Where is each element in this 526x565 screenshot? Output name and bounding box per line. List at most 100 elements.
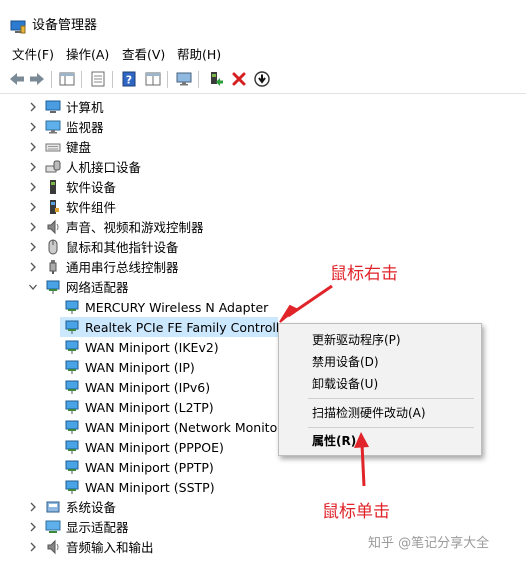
tree-label: Realtek PCIe FE Family Controller	[85, 320, 293, 335]
tree-category-hid[interactable]: 人机接口设备	[0, 157, 526, 177]
tree-label: WAN Miniport (IKEv2)	[85, 340, 219, 355]
expand-chevron-icon[interactable]	[28, 501, 38, 513]
tree-label: WAN Miniport (L2TP)	[85, 400, 214, 415]
back-icon[interactable]	[8, 70, 26, 88]
expand-chevron-icon[interactable]	[28, 201, 38, 213]
expand-chevron-icon[interactable]	[28, 221, 38, 233]
toolbar: ?	[0, 66, 526, 94]
context-menu: 更新驱动程序(P) 禁用设备(D) 卸载设备(U) 扫描检测硬件改动(A) 属性…	[278, 323, 482, 456]
tree-label: MERCURY Wireless N Adapter	[85, 300, 269, 315]
device-manager-icon	[10, 19, 26, 34]
toolbar-separator	[198, 71, 199, 88]
audio-icon	[45, 539, 61, 555]
menu-view[interactable]: 查看(V)	[122, 47, 165, 63]
display-adapter-icon	[45, 519, 61, 535]
tree-label: 计算机	[66, 100, 104, 115]
usb-icon	[45, 259, 61, 275]
svg-text:?: ?	[126, 74, 132, 87]
tree-category-keyboards[interactable]: 键盘	[0, 137, 526, 157]
expand-chevron-icon[interactable]	[28, 521, 38, 533]
collapse-chevron-icon[interactable]	[28, 281, 38, 293]
network-adapter-icon	[64, 459, 80, 475]
tree-label: WAN Miniport (Network Monitor)	[85, 420, 288, 435]
menu-action[interactable]: 操作(A)	[66, 47, 109, 63]
tree-category-network-adapters[interactable]: 网络适配器	[0, 277, 526, 297]
network-adapter-icon	[64, 319, 80, 335]
context-disable-device[interactable]: 禁用设备(D)	[312, 355, 379, 370]
network-adapter-icon	[64, 379, 80, 395]
properties-icon[interactable]	[89, 70, 107, 88]
menu-file[interactable]: 文件(F)	[12, 47, 54, 63]
tree-category-software-devices[interactable]: 软件设备	[0, 177, 526, 197]
hid-icon	[45, 159, 61, 175]
tree-label: WAN Miniport (IPv6)	[85, 380, 211, 395]
expand-chevron-icon[interactable]	[28, 121, 38, 133]
tree-label: WAN Miniport (PPTP)	[85, 460, 214, 475]
update-driver-icon[interactable]	[206, 70, 224, 88]
keyboard-icon	[45, 139, 61, 155]
console-tree-icon[interactable]	[58, 70, 76, 88]
menu-help[interactable]: 帮助(H)	[177, 47, 221, 63]
software-component-icon	[45, 199, 61, 215]
expand-chevron-icon[interactable]	[28, 541, 38, 553]
uninstall-icon[interactable]	[230, 70, 248, 88]
network-adapter-icon	[64, 299, 80, 315]
monitor-icon[interactable]	[175, 70, 193, 88]
tree-device-wan-pptp[interactable]: WAN Miniport (PPTP)	[0, 457, 526, 477]
expand-chevron-icon[interactable]	[28, 101, 38, 113]
tree-label: WAN Miniport (IP)	[85, 360, 195, 375]
tree-label: 网络适配器	[66, 280, 129, 295]
speaker-icon	[45, 219, 61, 235]
expand-chevron-icon[interactable]	[28, 241, 38, 253]
tree-label: 显示适配器	[66, 520, 129, 535]
toolbar-separator	[51, 71, 52, 88]
tree-label: 音频输入和输出	[66, 540, 154, 555]
tree-category-computer[interactable]: 计算机	[0, 97, 526, 117]
tree-label: 系统设备	[66, 500, 117, 515]
scan-hardware-icon[interactable]	[253, 70, 271, 88]
tree-label: 监视器	[66, 120, 104, 135]
annotation-left-click: 鼠标单击	[322, 502, 390, 522]
menu-bar: 文件(F) 操作(A) 查看(V) 帮助(H)	[0, 44, 526, 66]
network-adapter-icon	[64, 419, 80, 435]
monitor-icon	[45, 119, 61, 135]
network-adapter-icon	[64, 339, 80, 355]
expand-chevron-icon[interactable]	[28, 161, 38, 173]
tree-category-mice[interactable]: 鼠标和其他指针设备	[0, 237, 526, 257]
title-bar: 设备管理器	[0, 0, 526, 44]
tree-label: 人机接口设备	[66, 160, 142, 175]
toolbar-separator	[167, 71, 168, 88]
computer-icon	[45, 99, 61, 115]
tree-label: 鼠标和其他指针设备	[66, 240, 179, 255]
tree-label: 键盘	[66, 140, 92, 155]
tree-label: 软件设备	[66, 180, 117, 195]
help-icon[interactable]: ?	[120, 70, 138, 88]
tree-device-mercury[interactable]: MERCURY Wireless N Adapter	[0, 297, 526, 317]
tree-label: WAN Miniport (PPPOE)	[85, 440, 224, 455]
tree-category-software-components[interactable]: 软件组件	[0, 197, 526, 217]
tree-label: 通用串行总线控制器	[66, 260, 179, 275]
tree-category-sound[interactable]: 声音、视频和游戏控制器	[0, 217, 526, 237]
context-update-driver[interactable]: 更新驱动程序(P)	[312, 333, 401, 348]
window-title: 设备管理器	[32, 18, 98, 33]
watermark: 知乎 @笔记分享大全	[368, 536, 490, 551]
annotation-right-click: 鼠标右击	[330, 264, 398, 284]
expand-chevron-icon[interactable]	[28, 141, 38, 153]
network-adapter-icon	[45, 279, 61, 295]
tree-device-wan-sstp[interactable]: WAN Miniport (SSTP)	[0, 477, 526, 497]
expand-chevron-icon[interactable]	[28, 181, 38, 193]
forward-icon[interactable]	[28, 70, 46, 88]
tree-category-system-devices[interactable]: 系统设备	[0, 497, 526, 517]
context-uninstall-device[interactable]: 卸载设备(U)	[312, 377, 378, 392]
network-adapter-icon	[64, 479, 80, 495]
view-icon[interactable]	[144, 70, 162, 88]
system-device-icon	[45, 499, 61, 515]
expand-chevron-icon[interactable]	[28, 261, 38, 273]
context-scan-hardware[interactable]: 扫描检测硬件改动(A)	[312, 406, 426, 421]
context-separator	[308, 427, 474, 428]
tree-category-usb[interactable]: 通用串行总线控制器	[0, 257, 526, 277]
context-separator	[308, 398, 474, 399]
tree-category-monitors[interactable]: 监视器	[0, 117, 526, 137]
network-adapter-icon	[64, 399, 80, 415]
toolbar-separator	[112, 71, 113, 88]
